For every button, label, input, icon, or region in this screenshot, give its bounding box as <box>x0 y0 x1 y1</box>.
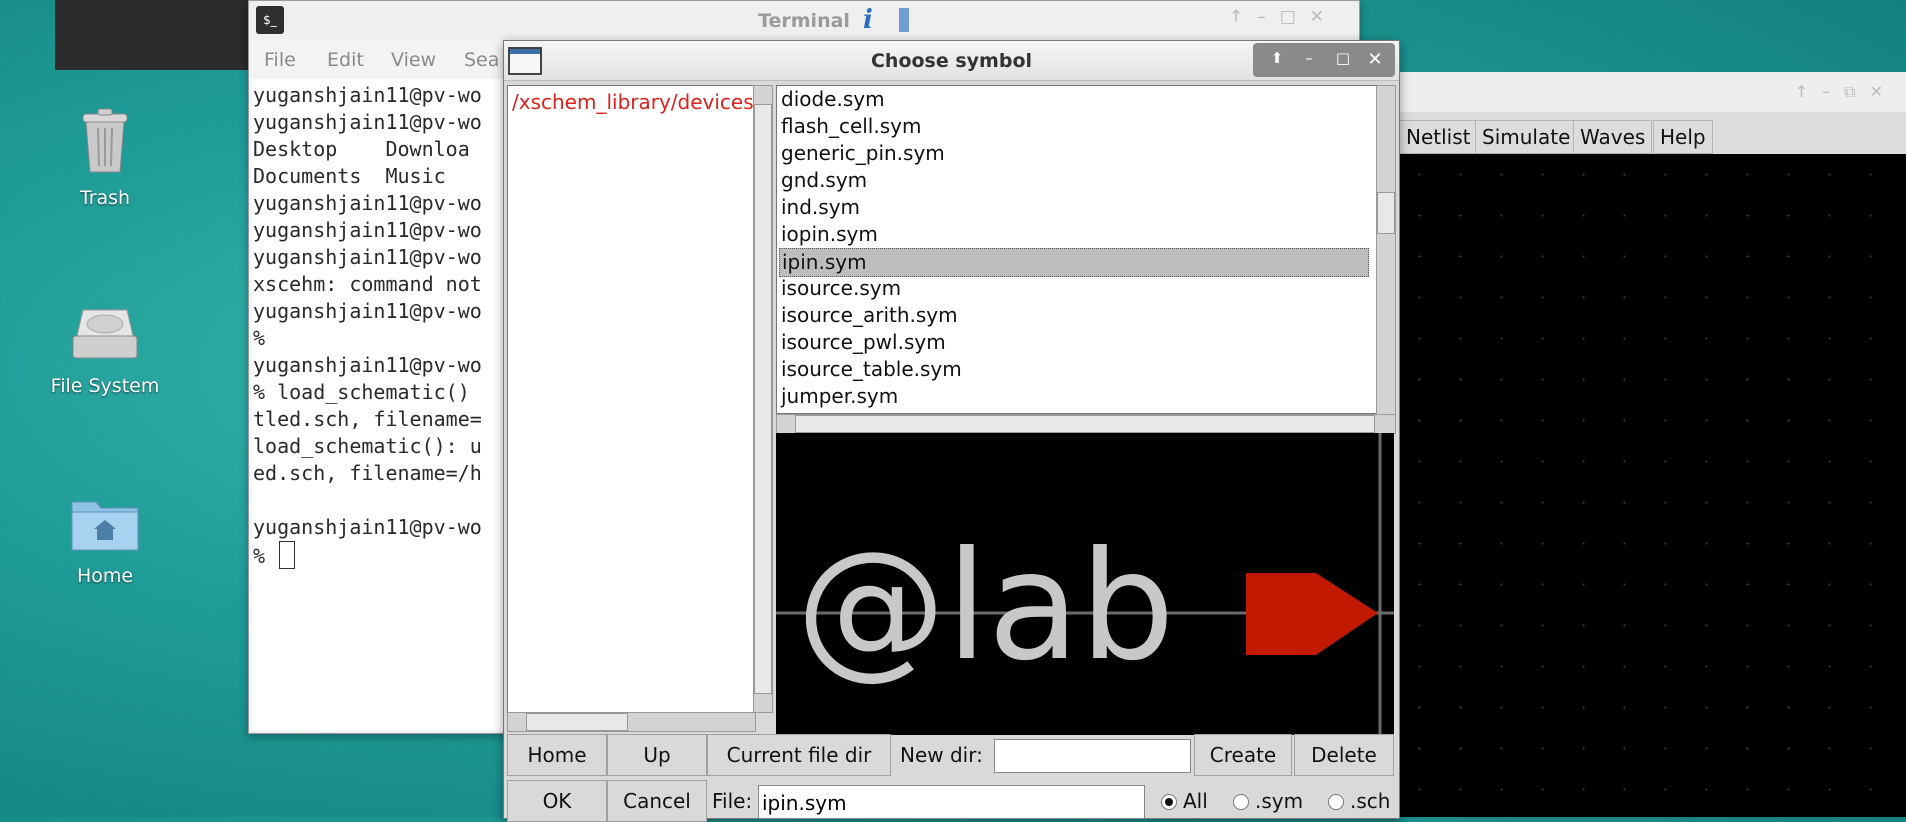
xschem-window-controls[interactable]: ↑–⧉✕ <box>1795 82 1897 102</box>
terminal-titlebar[interactable]: $_ Terminal i ↑–□✕ <box>249 1 1359 39</box>
menu-waves[interactable]: Waves <box>1573 120 1653 154</box>
directory-list[interactable]: /xschem_library/devices <box>507 85 754 714</box>
preview-label: @lab <box>796 520 1175 694</box>
file-item[interactable]: isource_table.sym <box>781 356 962 383</box>
panel-strip <box>55 0 255 70</box>
new-dir-label: New dir: <box>900 743 983 767</box>
terminal-title: Terminal <box>758 10 850 32</box>
file-item[interactable]: flash_cell.sym <box>781 113 921 140</box>
terminal-window-controls[interactable]: ↑–□✕ <box>1229 7 1338 27</box>
desktop-icon-home[interactable]: Home <box>45 496 165 587</box>
menu-file[interactable]: File <box>264 49 296 71</box>
up-button[interactable]: Up <box>607 734 707 776</box>
text-cursor <box>279 541 296 569</box>
new-dir-input[interactable] <box>994 739 1191 773</box>
ok-button[interactable]: OK <box>507 780 607 822</box>
file-hscrollbar[interactable] <box>776 414 1396 434</box>
cancel-button[interactable]: Cancel <box>607 780 707 822</box>
minimize-icon[interactable]: – <box>1297 49 1321 71</box>
filter-all-label[interactable]: All <box>1183 789 1208 813</box>
file-item[interactable]: isource.sym <box>781 275 901 302</box>
shade-icon[interactable]: ⬆ <box>1265 49 1289 71</box>
create-button[interactable]: Create <box>1194 734 1292 776</box>
schematic-canvas[interactable] <box>1399 154 1906 817</box>
file-item[interactable]: iopin.sym <box>781 221 878 248</box>
desktop-icon-label: Home <box>76 565 134 587</box>
choose-symbol-dialog[interactable]: Choose symbol ⬆ – □ ✕ /xschem_library/de… <box>503 40 1400 822</box>
xschem-titlebar[interactable]: ↑–⧉✕ <box>1399 72 1906 112</box>
file-list[interactable]: diode.sym flash_cell.sym generic_pin.sym… <box>776 85 1377 414</box>
file-item-selected[interactable]: ipin.sym <box>779 248 1369 277</box>
close-icon[interactable]: ✕ <box>1363 49 1387 71</box>
desktop-icon-trash[interactable]: Trash <box>45 108 165 209</box>
menu-search[interactable]: Sea <box>464 49 499 71</box>
scroll-thumb[interactable] <box>795 415 1375 433</box>
terminal-prompt: % <box>253 544 278 568</box>
menu-simulate[interactable]: Simulate <box>1475 120 1578 154</box>
info-icon: i <box>859 4 919 35</box>
file-item[interactable]: ind.sym <box>781 194 860 221</box>
menu-edit[interactable]: Edit <box>327 49 364 71</box>
file-item[interactable]: gnd.sym <box>781 167 867 194</box>
xschem-window[interactable]: ↑–⧉✕ Netlist Simulate Waves Help <box>1398 72 1906 817</box>
file-item[interactable]: jumper.sym <box>781 383 898 410</box>
desktop-icon-label: File System <box>50 375 160 397</box>
file-label: File: <box>712 789 753 813</box>
file-name-input[interactable]: ipin.sym <box>758 785 1145 819</box>
filter-sch-radio[interactable] <box>1328 794 1344 810</box>
home-button[interactable]: Home <box>507 734 607 776</box>
menu-view[interactable]: View <box>391 49 436 71</box>
directory-item[interactable]: /xschem_library/devices <box>512 90 754 114</box>
scroll-thumb[interactable] <box>1377 192 1395 234</box>
directory-vscrollbar[interactable] <box>753 85 773 713</box>
pin-shape <box>1246 573 1378 655</box>
file-vscrollbar[interactable] <box>1376 85 1396 415</box>
filter-sym-label[interactable]: .sym <box>1255 789 1303 813</box>
filter-all-radio[interactable] <box>1161 794 1177 810</box>
scroll-thumb[interactable] <box>526 713 628 731</box>
dialog-titlebar[interactable]: Choose symbol ⬆ – □ ✕ <box>504 41 1399 81</box>
current-file-dir-button[interactable]: Current file dir <box>707 734 891 776</box>
trash-icon <box>45 108 165 179</box>
desktop-icon-filesystem[interactable]: File System <box>45 306 165 397</box>
filter-sym-radio[interactable] <box>1233 794 1249 810</box>
desktop-icon-label: Trash <box>79 187 131 209</box>
symbol-preview: @lab <box>776 433 1394 735</box>
filter-sch-label[interactable]: .sch <box>1350 789 1390 813</box>
maximize-icon[interactable]: □ <box>1331 49 1355 71</box>
menu-help[interactable]: Help <box>1653 120 1713 154</box>
svg-text:i: i <box>863 5 873 34</box>
directory-hscrollbar[interactable] <box>507 712 756 732</box>
file-item[interactable]: generic_pin.sym <box>781 140 945 167</box>
file-item[interactable]: diode.sym <box>781 86 885 113</box>
file-item[interactable]: isource_arith.sym <box>781 302 958 329</box>
hard-drive-icon <box>45 306 165 367</box>
home-folder-icon <box>45 496 165 557</box>
file-item[interactable]: isource_pwl.sym <box>781 329 946 356</box>
scroll-thumb[interactable] <box>754 104 772 694</box>
menu-netlist[interactable]: Netlist <box>1399 120 1478 154</box>
delete-button[interactable]: Delete <box>1294 734 1394 776</box>
xschem-menubar: Netlist Simulate Waves Help <box>1399 116 1906 158</box>
